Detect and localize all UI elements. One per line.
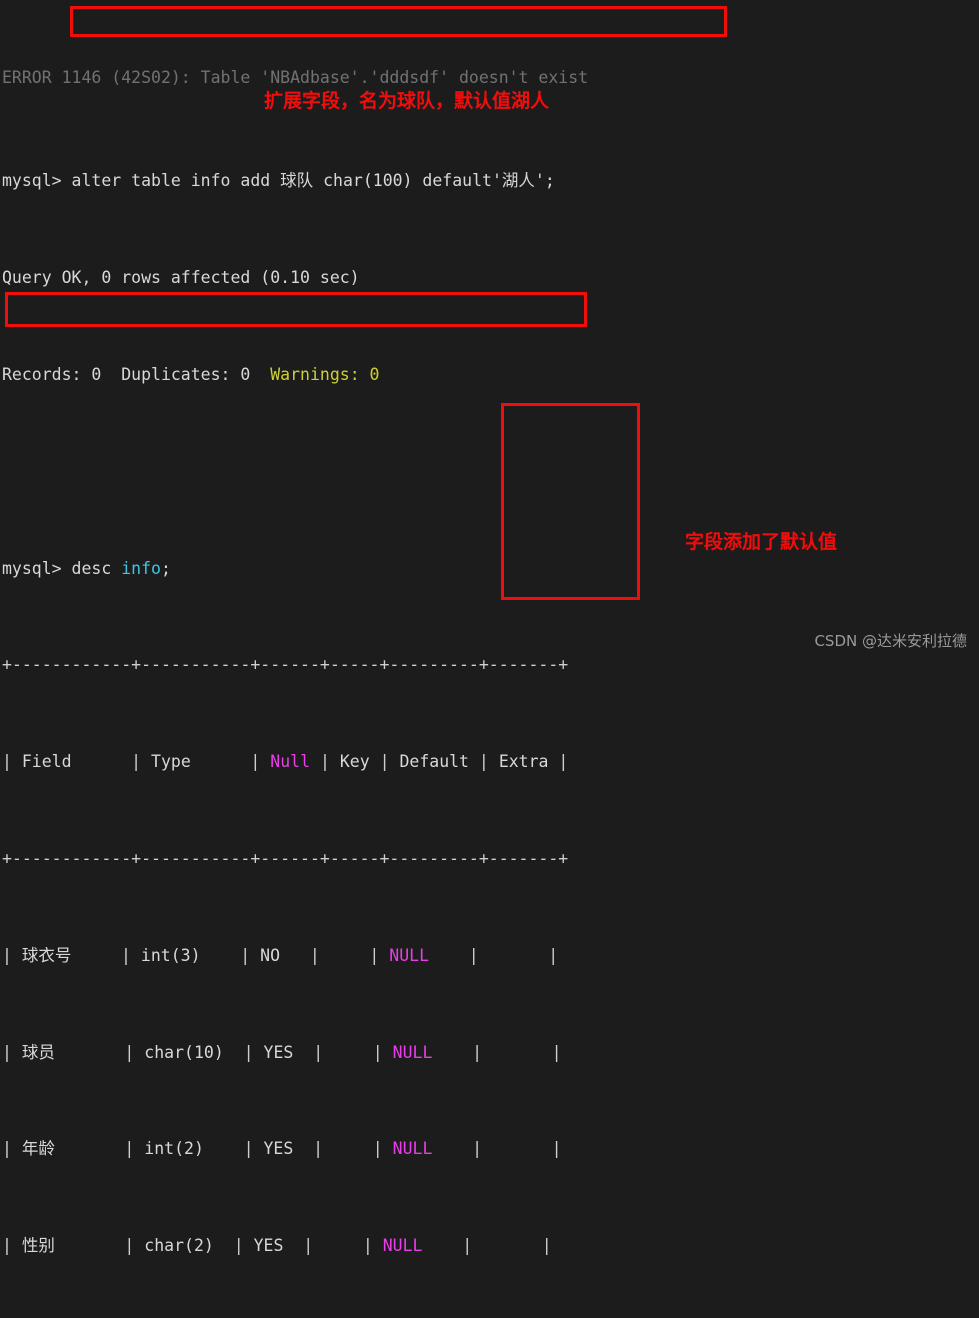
desc-keyword: desc (61, 558, 122, 578)
desc-semicolon: ; (160, 558, 171, 578)
prompt: mysql> (2, 171, 62, 191)
desc-header-type: Type (151, 752, 191, 772)
annotation-default-note: 字段添加了默认值 (685, 531, 838, 553)
table-row: | 年龄 | int(2) | YES | | NULL | | (2, 1139, 562, 1159)
desc-cell-default: NULL (382, 1236, 423, 1256)
prompt: mysql> (2, 558, 62, 578)
watermark: CSDN @达米安利拉德 (814, 632, 967, 650)
desc-table-sep-top: +------------+-----------+------+-----+-… (2, 655, 569, 675)
desc-cell-default: NULL (392, 1139, 433, 1159)
desc-cell-field: 球员 (21, 1042, 55, 1062)
desc-cell-field: 年龄 (21, 1139, 55, 1159)
desc-cell-default: NULL (392, 1042, 433, 1062)
desc-header-default: Default (399, 752, 469, 772)
desc-header-key: Key (339, 752, 370, 772)
desc-cell-null: YES (263, 1139, 294, 1159)
desc-cell-default: NULL (389, 945, 430, 965)
desc-header-field: Field (21, 752, 72, 772)
desc-cell-type: int(3) (140, 945, 201, 965)
warnings-text: Warnings: 0 (270, 365, 380, 384)
terminal-line-records: Records: 0 Duplicates: 0 Warnings: 0 (2, 363, 979, 387)
desc-header-null: Null (270, 752, 311, 772)
desc-cell-null: NO (260, 945, 281, 965)
query-ok-text: Query OK, 0 rows affected (0.10 sec) (2, 268, 360, 288)
terminal-line-desc-command: mysql> desc info; (2, 557, 979, 581)
desc-table-name: info (121, 558, 161, 578)
records-text: Records: 0 Duplicates: 0 (2, 365, 271, 384)
desc-cell-field: 性别 (21, 1236, 55, 1256)
desc-cell-null: YES (253, 1236, 284, 1256)
desc-cell-null: YES (263, 1042, 294, 1062)
desc-table-sep-mid: +------------+-----------+------+-----+-… (2, 848, 569, 868)
desc-header-extra: Extra (498, 752, 549, 772)
table-row: | 球衣号 | int(3) | NO | | NULL | | (2, 945, 559, 965)
table-row: | 性别 | char(2) | YES | | NULL | | (2, 1236, 552, 1256)
desc-cell-type: int(2) (144, 1139, 204, 1159)
desc-table-header-row: | Field | Type | Null | Key | Default | … (2, 752, 569, 772)
desc-cell-type: char(10) (144, 1042, 224, 1062)
desc-cell-field: 球衣号 (21, 945, 72, 965)
terminal-line-query-ok: Query OK, 0 rows affected (0.10 sec) (2, 266, 979, 290)
error-text: ERROR 1146 (42S02): Table 'NBAdbase'.'dd… (2, 67, 589, 87)
terminal-line-alter-command: mysql> alter table info add 球队 char(100)… (2, 169, 979, 193)
annotation-field-note: 扩展字段，名为球队，默认值湖人 (264, 90, 550, 112)
terminal-blank-1 (2, 460, 979, 484)
table-row: | 球员 | char(10) | YES | | NULL | | (2, 1042, 562, 1062)
alter-command-text: alter table info add 球队 char(100) defaul… (61, 171, 555, 191)
desc-cell-type: char(2) (144, 1236, 214, 1256)
